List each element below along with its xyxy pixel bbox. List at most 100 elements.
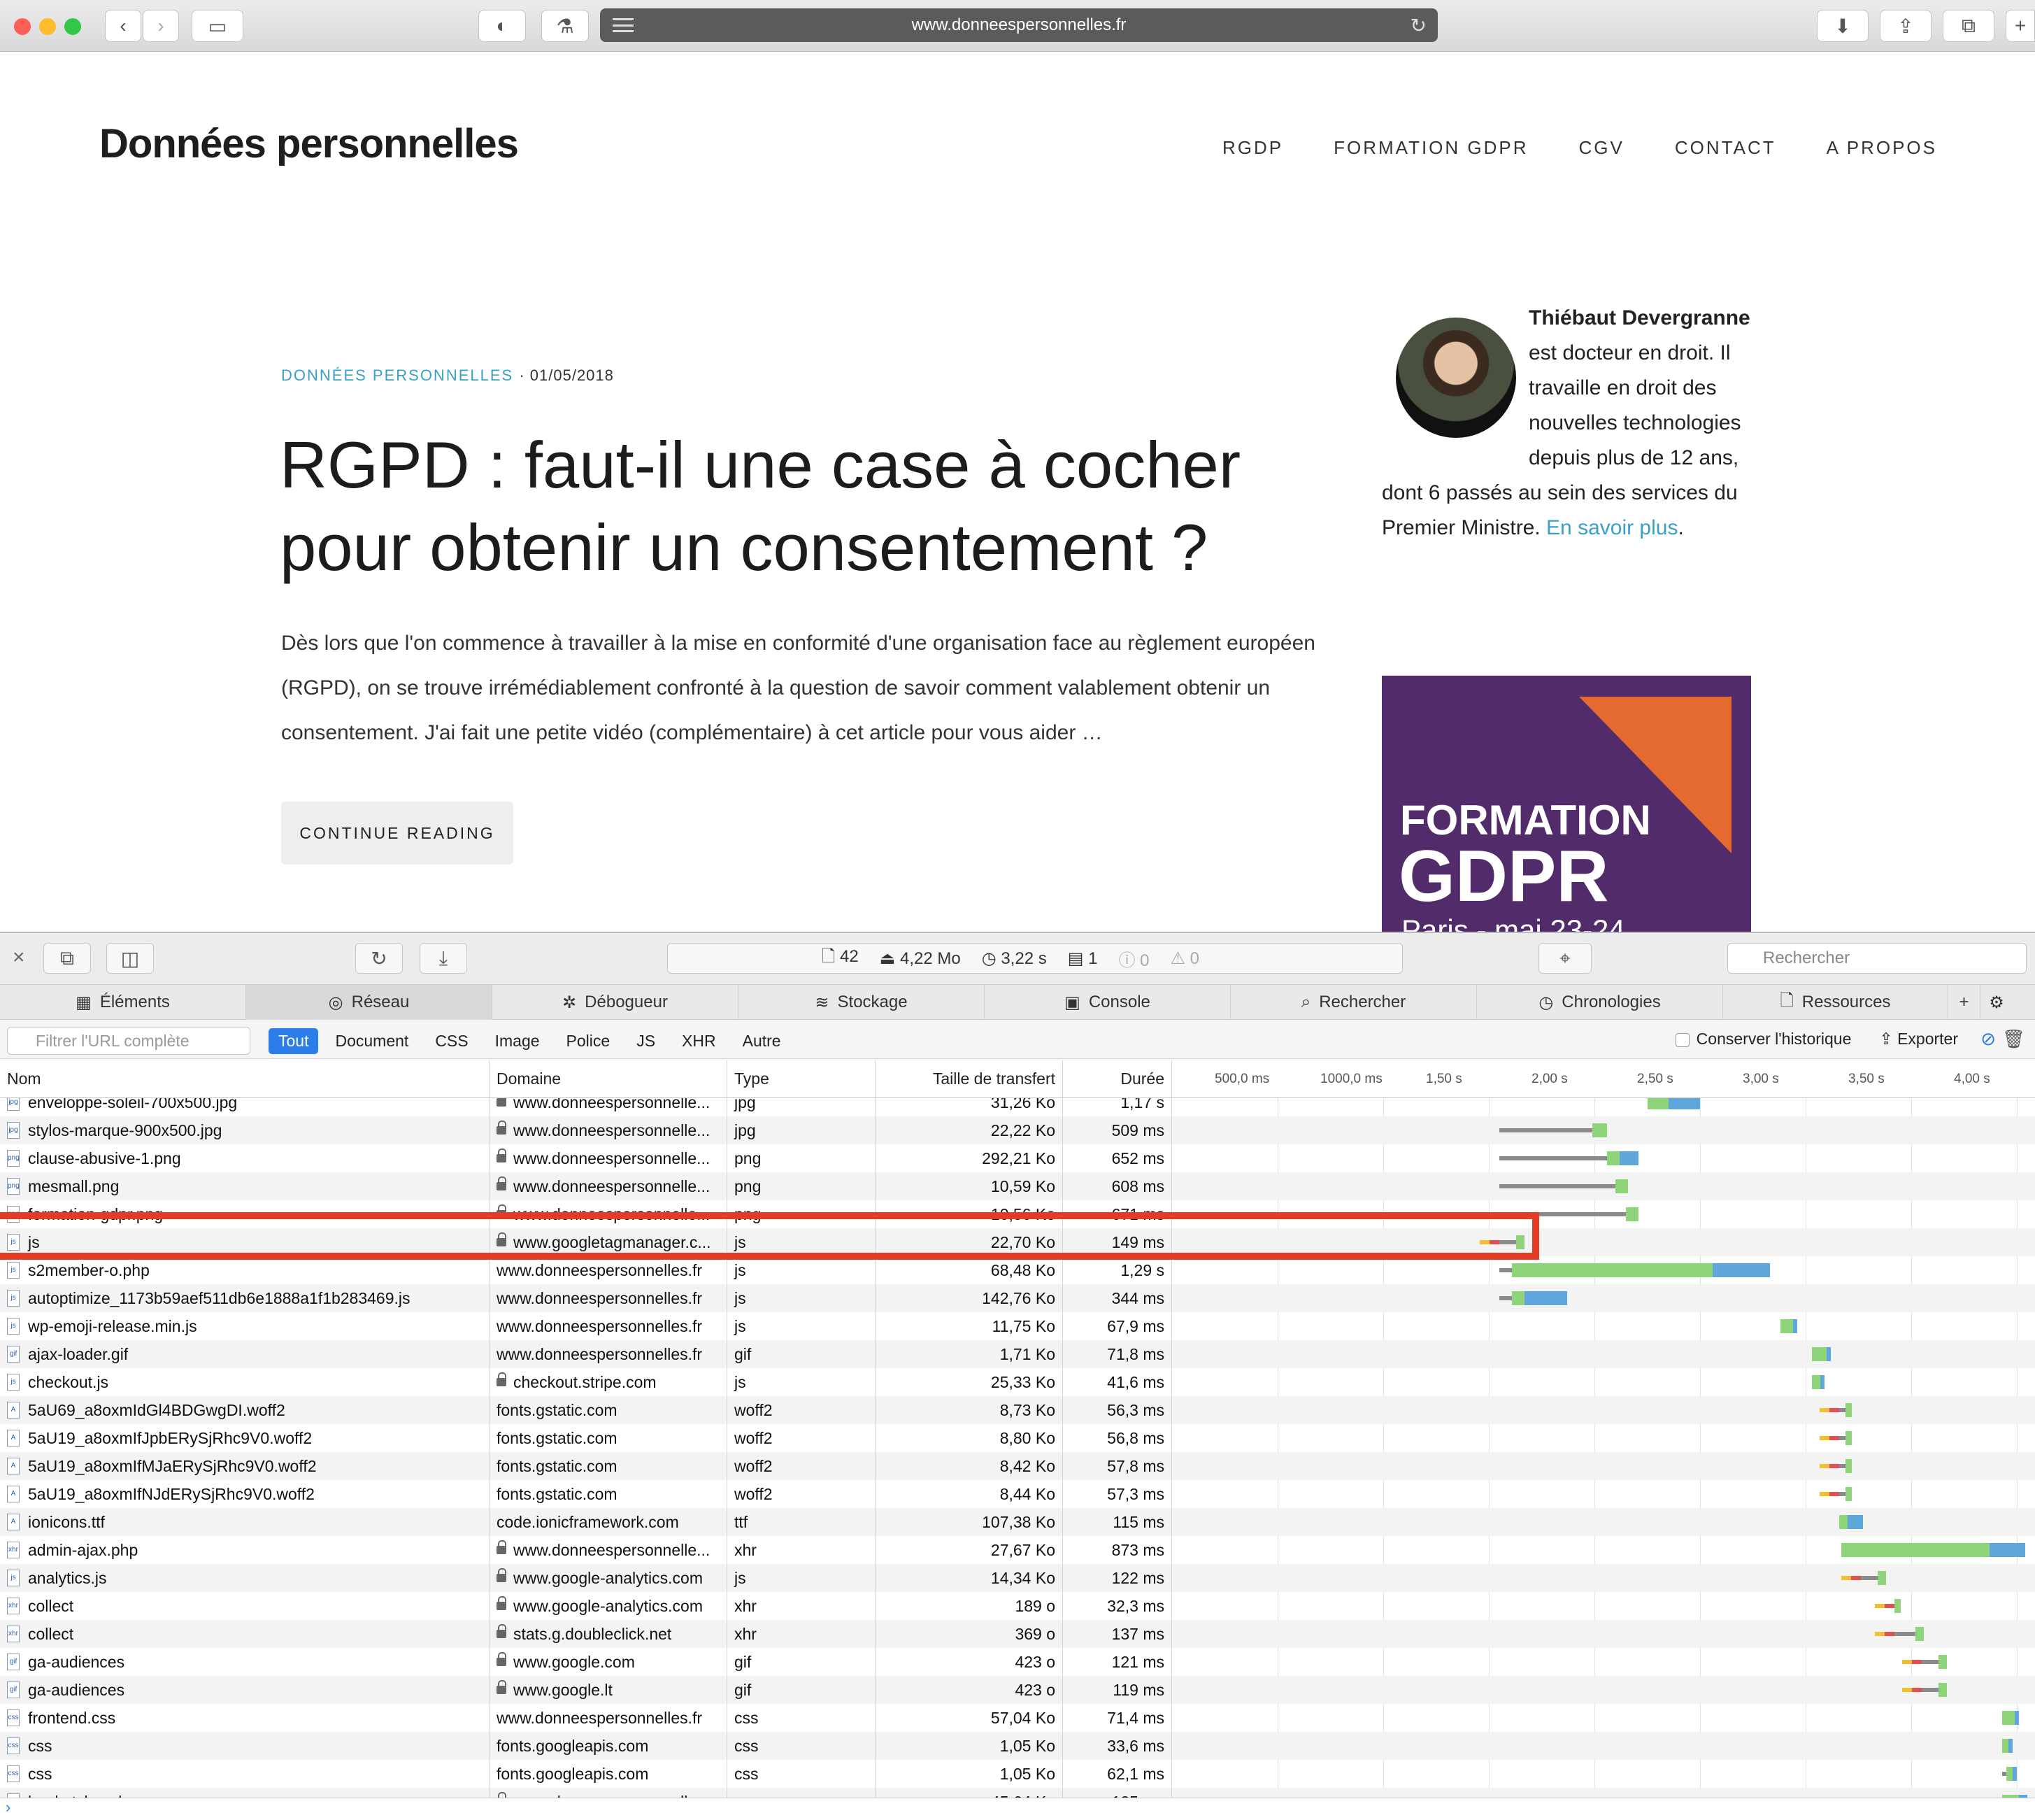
network-row[interactable]: Aionicons.ttf code.ionicframework.com ttf 1… (0, 1508, 2035, 1536)
nav-item-contact[interactable]: CONTACT (1675, 137, 1776, 159)
reload-icon[interactable]: ↻ (1411, 14, 1427, 37)
network-row[interactable]: js checkout.js checkout.stripe.com js 25,33 … (0, 1368, 2035, 1396)
network-row[interactable]: css frontend.css www.donneespersonnelles.f… (0, 1704, 2035, 1732)
resource-type: woff2 (727, 1424, 876, 1452)
filter-css[interactable]: CSS (425, 1028, 478, 1054)
tab-resources[interactable]: 🗋 Ressources (1723, 985, 1948, 1020)
nav-item-rgdp[interactable]: RGDP (1222, 137, 1283, 159)
network-row[interactable]: js js www.googletagmanager.c... js 22,70 Ko 1… (0, 1228, 2035, 1256)
tab-network[interactable]: ◎ Réseau (246, 985, 492, 1020)
inspector-search-input[interactable]: Rechercher (1727, 943, 2027, 974)
network-row[interactable]: css css fonts.googleapis.com css 1,05 Ko 62,1… (0, 1760, 2035, 1788)
post-title[interactable]: RGPD : faut-il une case à cocher pour ob… (280, 424, 1259, 589)
filter-image[interactable]: Image (485, 1028, 550, 1054)
console-prompt[interactable]: › (0, 1798, 2035, 1820)
close-icon[interactable]: × (13, 946, 25, 969)
downloads-icon[interactable]: ⬇ (1817, 10, 1869, 42)
sidebar-toggle-icon[interactable]: ▭ (192, 10, 243, 42)
network-row[interactable]: png mesmall.png www.donneespersonnelle... p… (0, 1172, 2035, 1200)
preserve-log-checkbox[interactable]: Conserver l'historique (1675, 1030, 1851, 1048)
filter-xhr[interactable]: XHR (672, 1028, 726, 1054)
resource-size: 1,05 Ko (876, 1732, 1063, 1760)
network-row[interactable]: A 5aU19_a8oxmIfMJaERySjRhc9V0.woff2 fonts.… (0, 1452, 2035, 1480)
network-row[interactable]: jpg enveloppe-soleil-700x500.jpg www.donne… (0, 1098, 2035, 1116)
tab-search[interactable]: ⌕ Rechercher (1231, 985, 1477, 1020)
column-duration[interactable]: Durée (1063, 1060, 1172, 1097)
filter-document[interactable]: Document (325, 1028, 418, 1054)
clear-trash-icon[interactable]: 🗑 (2002, 1028, 2025, 1050)
resource-domain: www.google.com (490, 1648, 727, 1676)
inspector-tabs: ▦ Éléments ◎ Réseau ✲ Débogueur ≋ Stockage ▣… (0, 985, 2035, 1020)
add-tab-icon[interactable]: + (1948, 985, 1980, 1020)
column-domain[interactable]: Domaine (490, 1060, 727, 1097)
forward-icon[interactable]: › (143, 10, 179, 42)
filter-font[interactable]: Police (557, 1028, 620, 1054)
flask-icon[interactable]: ⚗ (541, 10, 589, 42)
network-row[interactable]: gif ajax-loader.gif www.donneespersonnelle… (0, 1340, 2035, 1368)
tab-timelines[interactable]: ◷ Chronologies (1477, 985, 1723, 1020)
tabs-overview-icon[interactable]: ⧉ (1943, 10, 1994, 42)
network-row[interactable]: A 5aU19_a8oxmIfNJdERySjRhc9V0.woff2 fonts.… (0, 1480, 2035, 1508)
settings-gear-icon[interactable]: ⚙ (1980, 985, 2013, 1020)
site-title[interactable]: Données personnelles (99, 120, 519, 167)
address-bar[interactable]: www.donneespersonnelles.fr ↻ (600, 8, 1438, 42)
column-name[interactable]: Nom (0, 1060, 490, 1097)
share-icon[interactable]: ⇪ (1880, 10, 1932, 42)
network-row[interactable]: jpg stylos-marque-900x500.jpg www.donneesp… (0, 1116, 2035, 1144)
resource-type: png (727, 1144, 876, 1172)
back-icon[interactable]: ‹ (105, 10, 141, 42)
message-icon[interactable]: ▤ 1 (1068, 948, 1098, 969)
zoom-window-button[interactable] (64, 18, 81, 35)
network-row[interactable]: js wp-emoji-release.min.js www.donneespers… (0, 1312, 2035, 1340)
filter-other[interactable]: Autre (733, 1028, 791, 1054)
network-row[interactable]: png clause-abusive-1.png www.donneesperson… (0, 1144, 2035, 1172)
tab-debugger[interactable]: ✲ Débogueur (492, 985, 738, 1020)
export-button[interactable]: ⇪ Exporter (1879, 1030, 1958, 1048)
network-row[interactable]: png formation-gdpr.png www.donneespersonne… (0, 1200, 2035, 1228)
resource-name: css css (0, 1760, 490, 1788)
new-tab-icon[interactable]: + (2006, 10, 2035, 42)
network-row[interactable]: xhr admin-ajax.php www.donneespersonnelle.… (0, 1536, 2035, 1564)
network-row[interactable]: js autoptimize_1173b59aef511db6e1888a1f1b… (0, 1284, 2035, 1312)
network-row[interactable]: gif ga-audiences www.google.lt gif 423 o 119 … (0, 1676, 2035, 1704)
filter-all[interactable]: Tout (269, 1028, 319, 1054)
column-transfer-size[interactable]: Taille de transfert (876, 1060, 1063, 1097)
learn-more-link[interactable]: En savoir plus (1546, 516, 1678, 539)
warning-icon[interactable]: ⚠ 0 (1170, 948, 1199, 969)
column-type[interactable]: Type (727, 1060, 876, 1097)
network-row[interactable]: cssload-styles.phpwww.donneespersonnelle… (0, 1788, 2035, 1798)
resource-name: css css (0, 1732, 490, 1760)
minimize-window-button[interactable] (39, 18, 56, 35)
download-har-icon[interactable]: ⤓ (420, 943, 467, 974)
reader-icon[interactable] (613, 18, 634, 32)
network-row[interactable]: A 5aU69_a8oxmIdGl4BDGwgDI.woff2 fonts.gsta… (0, 1396, 2035, 1424)
filter-js[interactable]: JS (627, 1028, 665, 1054)
post-category[interactable]: DONNÉES PERSONNELLES (281, 367, 513, 384)
error-icon[interactable]: ⓘ 0 (1118, 946, 1149, 971)
resource-duration: 33,6 ms (1063, 1732, 1172, 1760)
network-row[interactable]: xhr collect www.google-analytics.com xhr 189… (0, 1592, 2035, 1620)
url-filter-input[interactable]: Filtrer l'URL complète (7, 1027, 250, 1055)
formation-gdpr-banner[interactable]: FORMATION GDPR Paris - mai 23-24 (1382, 676, 1751, 934)
dock-side-icon[interactable]: ◫ (106, 943, 154, 974)
crosshair-icon[interactable]: ⌖ (1538, 943, 1592, 974)
reload-icon[interactable]: ↻ (355, 943, 403, 974)
tab-console[interactable]: ▣ Console (985, 985, 1231, 1020)
nav-item-formation-gdpr[interactable]: FORMATION GDPR (1334, 137, 1528, 159)
disable-cache-icon[interactable]: ⊘ (1980, 1028, 1996, 1050)
network-row[interactable]: css css fonts.googleapis.com css 1,05 Ko 33,6… (0, 1732, 2035, 1760)
network-row[interactable]: js s2member-o.php www.donneespersonnelles.… (0, 1256, 2035, 1284)
close-window-button[interactable] (14, 18, 31, 35)
tab-storage[interactable]: ≋ Stockage (738, 985, 985, 1020)
continue-reading-button[interactable]: CONTINUE READING (281, 802, 513, 865)
network-row[interactable]: A 5aU19_a8oxmIfJpbERySjRhc9V0.woff2 fonts.… (0, 1424, 2035, 1452)
tab-elements[interactable]: ▦ Éléments (0, 985, 246, 1020)
timing-response-bar (1845, 1487, 1852, 1501)
shield-icon[interactable]: ◐ (478, 10, 526, 42)
network-row[interactable]: js analytics.js www.google-analytics.com js… (0, 1564, 2035, 1592)
network-row[interactable]: xhr collect stats.g.doubleclick.net xhr 369 … (0, 1620, 2035, 1648)
detach-icon[interactable]: ⧉ (43, 943, 91, 974)
nav-item-cgv[interactable]: CGV (1579, 137, 1625, 159)
nav-item-a-propos[interactable]: A PROPOS (1827, 137, 1937, 159)
network-row[interactable]: gif ga-audiences www.google.com gif 423 o 121… (0, 1648, 2035, 1676)
